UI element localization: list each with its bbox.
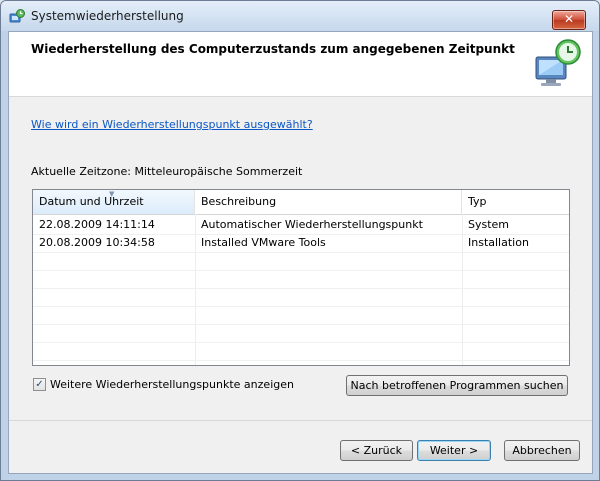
button-label: Abbrechen xyxy=(512,444,572,457)
column-header-datetime[interactable]: ▼ Datum und Uhrzeit xyxy=(33,190,195,214)
cell-type: Installation xyxy=(468,236,529,249)
column-header-label: Beschreibung xyxy=(201,195,277,208)
empty-row xyxy=(33,324,569,343)
table-row[interactable]: 20.08.2009 10:34:58 Installed VMware Too… xyxy=(33,234,569,253)
dialog-window: Systemwiederherstellung ✕ Wiederherstell… xyxy=(0,0,600,481)
dialog-client-area: Wiederherstellung des Computerzustands z… xyxy=(8,31,593,474)
list-header: ▼ Datum und Uhrzeit Beschreibung Typ xyxy=(33,190,569,215)
cell-description: Installed VMware Tools xyxy=(201,236,326,249)
empty-row xyxy=(33,288,569,307)
restore-points-list[interactable]: ▼ Datum und Uhrzeit Beschreibung Typ 22.… xyxy=(32,189,570,366)
empty-row xyxy=(33,270,569,289)
next-button[interactable]: Weiter > xyxy=(417,440,491,461)
title-bar[interactable]: Systemwiederherstellung ✕ xyxy=(1,1,599,31)
column-header-label: Typ xyxy=(468,195,487,208)
back-button[interactable]: < Zurück xyxy=(340,440,413,461)
system-restore-icon xyxy=(9,9,25,23)
system-restore-icon xyxy=(535,39,581,86)
column-header-description[interactable]: Beschreibung xyxy=(195,190,462,214)
button-label: < Zurück xyxy=(350,444,403,457)
empty-row xyxy=(33,252,569,271)
cancel-button[interactable]: Abbrechen xyxy=(504,440,580,461)
column-header-type[interactable]: Typ xyxy=(462,190,569,214)
header-panel: Wiederherstellung des Computerzustands z… xyxy=(9,32,592,97)
window-title: Systemwiederherstellung xyxy=(31,9,184,23)
cell-description: Automatischer Wiederherstellungspunkt xyxy=(201,218,423,231)
empty-row xyxy=(33,306,569,325)
checkmark-icon: ✓ xyxy=(35,379,44,390)
cell-datetime: 22.08.2009 14:11:14 xyxy=(39,218,155,231)
show-more-label[interactable]: Weitere Wiederherstellungspunkte anzeige… xyxy=(50,378,294,391)
sort-down-icon: ▼ xyxy=(109,190,115,198)
button-label: Weiter > xyxy=(429,444,479,457)
table-row[interactable]: 22.08.2009 14:11:14 Automatischer Wieder… xyxy=(33,216,569,235)
button-label: Nach betroffenen Programmen suchen xyxy=(350,379,564,392)
cell-datetime: 20.08.2009 10:34:58 xyxy=(39,236,155,249)
close-icon: ✕ xyxy=(563,12,575,26)
button-separator xyxy=(9,420,592,421)
timezone-label: Aktuelle Zeitzone: Mitteleuropäische Som… xyxy=(31,165,303,178)
cell-type: System xyxy=(468,218,510,231)
show-more-checkbox[interactable]: ✓ xyxy=(33,378,46,391)
help-link[interactable]: Wie wird ein Wiederherstellungspunkt aus… xyxy=(31,118,313,131)
scan-programs-button[interactable]: Nach betroffenen Programmen suchen xyxy=(346,375,568,396)
empty-row xyxy=(33,342,569,361)
page-title: Wiederherstellung des Computerzustands z… xyxy=(31,42,515,56)
column-header-label: Datum und Uhrzeit xyxy=(39,195,144,208)
close-button[interactable]: ✕ xyxy=(552,10,586,30)
